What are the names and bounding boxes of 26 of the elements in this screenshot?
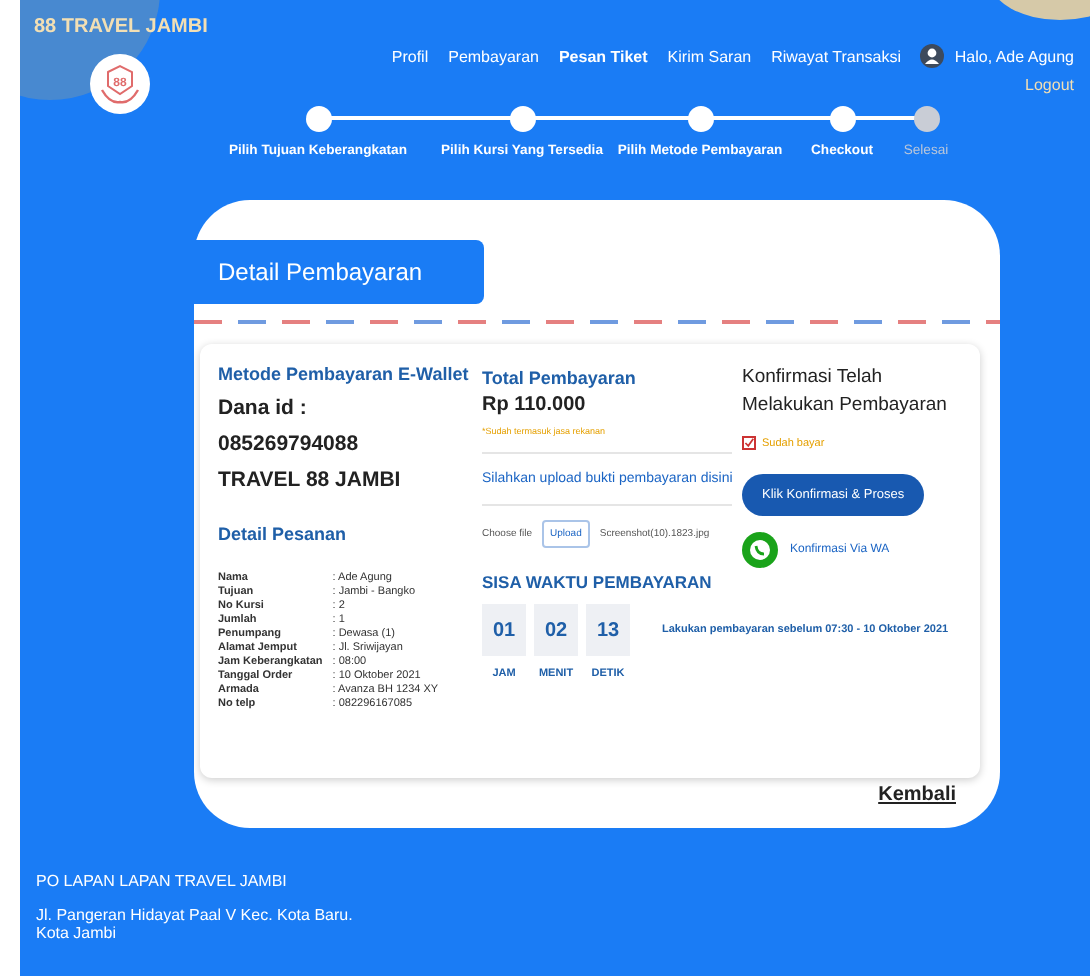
user-greeting: Halo, Ade Agung	[954, 47, 1074, 65]
confirm-heading: Konfirmasi Telah Melakukan Pembayaran	[742, 364, 949, 420]
countdown-value: 02	[534, 604, 578, 656]
payment-info: 085269794088	[218, 432, 361, 456]
total-amount: Rp 110.000	[482, 394, 588, 416]
user-avatar-icon	[920, 44, 945, 68]
countdown-value: 01	[482, 604, 526, 656]
company-name: PO LAPAN LAPAN TRAVEL JAMBI	[36, 872, 289, 890]
payment-info: Dana id :	[218, 396, 309, 420]
nav-link[interactable]: Pembayaran	[448, 48, 539, 66]
logout-link[interactable]: Logout	[1025, 76, 1074, 94]
payment-info: TRAVEL 88 JAMBI	[218, 468, 403, 492]
nav-link[interactable]: Pesan Tiket	[558, 48, 648, 66]
countdown-value: 13	[586, 604, 630, 656]
section-heading: Detail Pesanan	[218, 524, 347, 544]
nav-link[interactable]: Profil	[391, 48, 429, 66]
section-heading: Total Pembayaran	[482, 368, 636, 388]
checkbox[interactable]	[742, 436, 756, 450]
nav-link[interactable]: Kirim Saran	[667, 48, 752, 66]
nav-link[interactable]: Riwayat Transaksi	[771, 48, 902, 66]
phone-icon[interactable]	[742, 532, 778, 568]
section-heading: Metode Pembayaran E-Wallet	[218, 364, 469, 384]
company-address: Jl. Pangeran Hidayat Paal V Kec. Kota Baru. Kota Jambi	[36, 906, 355, 942]
back-link[interactable]: Kembali	[878, 784, 956, 806]
countdown-title: SISA WAKTU PEMBAYARAN	[482, 572, 714, 592]
brand-name: 88 TRAVEL JAMBI	[34, 16, 208, 38]
